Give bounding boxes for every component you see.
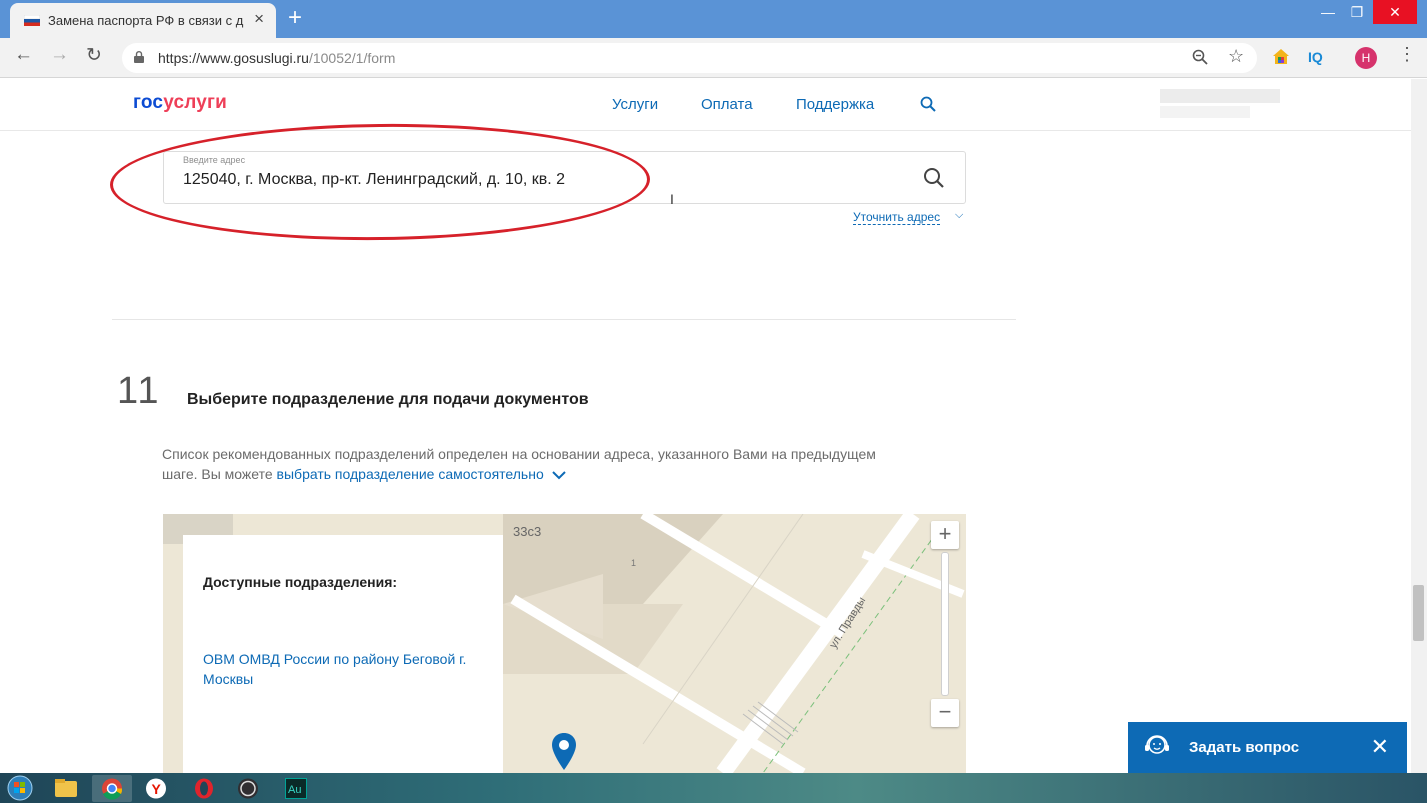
map-zoom-in-button[interactable]: + xyxy=(931,521,959,549)
step-title: Выберите подразделение для подачи докуме… xyxy=(187,391,589,408)
section-divider xyxy=(112,319,1016,320)
lock-icon xyxy=(134,51,144,63)
bookmark-star-icon[interactable]: ☆ xyxy=(1228,46,1244,67)
os-taskbar: Y Au xyxy=(0,773,1427,803)
reload-icon[interactable]: ↻ xyxy=(86,44,102,67)
restore-window-button[interactable]: ❐ xyxy=(1347,0,1367,24)
profile-avatar[interactable]: Н xyxy=(1355,47,1377,69)
step-description: Список рекомендованных подразделений опр… xyxy=(162,446,876,482)
address-bar[interactable]: https://www.gosuslugi.ru/10052/1/form xyxy=(122,43,1257,73)
nav-link-support[interactable]: Поддержка xyxy=(796,96,874,113)
step-number: 11 xyxy=(117,370,161,412)
tab-title: Замена паспорта РФ в связи с д xyxy=(48,13,244,28)
nav-link-payment[interactable]: Оплата xyxy=(701,96,753,113)
red-highlight-ellipse xyxy=(109,121,651,243)
blurred-overlay xyxy=(1160,106,1250,118)
russia-flag-icon xyxy=(24,15,40,26)
iq-extension-icon[interactable]: IQ xyxy=(1308,49,1323,65)
map-pin-icon[interactable] xyxy=(552,733,576,771)
new-tab-button[interactable]: + xyxy=(288,4,302,32)
browser-tab[interactable]: Замена паспорта РФ в связи с д × xyxy=(10,3,276,38)
close-chat-icon[interactable]: ✕ xyxy=(1371,734,1389,760)
yandex-browser-icon[interactable]: Y xyxy=(136,775,176,802)
chrome-icon[interactable] xyxy=(92,775,132,802)
ask-question-widget[interactable]: Задать вопрос ✕ xyxy=(1128,722,1407,773)
svg-text:Y: Y xyxy=(152,781,162,797)
audition-icon[interactable]: Au xyxy=(276,775,316,802)
text-cursor-icon: I xyxy=(670,191,674,207)
page-scrollbar[interactable] xyxy=(1411,79,1427,773)
available-units-header: Доступные подразделения: xyxy=(203,574,398,590)
minimize-window-button[interactable]: — xyxy=(1318,0,1338,24)
zoom-icon[interactable] xyxy=(1192,49,1208,65)
obs-icon[interactable] xyxy=(228,775,268,802)
chevron-down-icon[interactable]: ⌵ xyxy=(955,209,963,222)
map-zoom-slider[interactable] xyxy=(941,552,949,696)
browser-tab-bar: Замена паспорта РФ в связи с д × + — ❐ ✕ xyxy=(0,0,1427,38)
menu-kebab-icon[interactable]: ⋮ xyxy=(1398,44,1416,65)
choose-unit-manually-link[interactable]: выбрать подразделение самостоятельно xyxy=(277,466,544,482)
svg-text:Au: Au xyxy=(288,784,301,796)
start-button-icon[interactable] xyxy=(6,775,34,801)
scrollbar-thumb[interactable] xyxy=(1413,585,1424,641)
site-header: госуслуги Услуги Оплата Поддержка xyxy=(0,79,1411,131)
blurred-overlay xyxy=(1160,89,1280,103)
close-tab-icon[interactable]: × xyxy=(254,9,264,29)
opera-icon[interactable] xyxy=(184,775,224,802)
close-window-button[interactable]: ✕ xyxy=(1373,0,1417,24)
chevron-down-icon[interactable] xyxy=(551,470,566,480)
forward-arrow-icon[interactable]: → xyxy=(50,44,69,66)
address-search-icon[interactable] xyxy=(923,167,945,189)
browser-toolbar: ← → ↻ https://www.gosuslugi.ru/10052/1/f… xyxy=(0,38,1427,78)
gosuslugi-logo[interactable]: госуслуги xyxy=(133,92,227,114)
house-label: 1 xyxy=(631,558,636,568)
home-extension-icon[interactable] xyxy=(1272,48,1290,66)
support-agent-icon xyxy=(1145,735,1169,754)
back-arrow-icon[interactable]: ← xyxy=(14,44,33,66)
refine-address-link[interactable]: Уточнить адрес xyxy=(853,210,941,225)
file-explorer-icon[interactable] xyxy=(46,775,86,802)
nav-link-services[interactable]: Услуги xyxy=(612,96,658,113)
url-text: https://www.gosuslugi.ru/10052/1/form xyxy=(158,50,396,66)
search-icon[interactable] xyxy=(920,96,936,112)
unit-link[interactable]: ОВМ ОМВД России по району Беговой г. Мос… xyxy=(203,649,488,689)
available-units-panel: Доступные подразделения: ОВМ ОМВД России… xyxy=(183,535,503,773)
map-zoom-out-button[interactable]: − xyxy=(931,699,959,727)
ask-question-label: Задать вопрос xyxy=(1189,739,1300,756)
building-label: 33с3 xyxy=(513,524,541,539)
